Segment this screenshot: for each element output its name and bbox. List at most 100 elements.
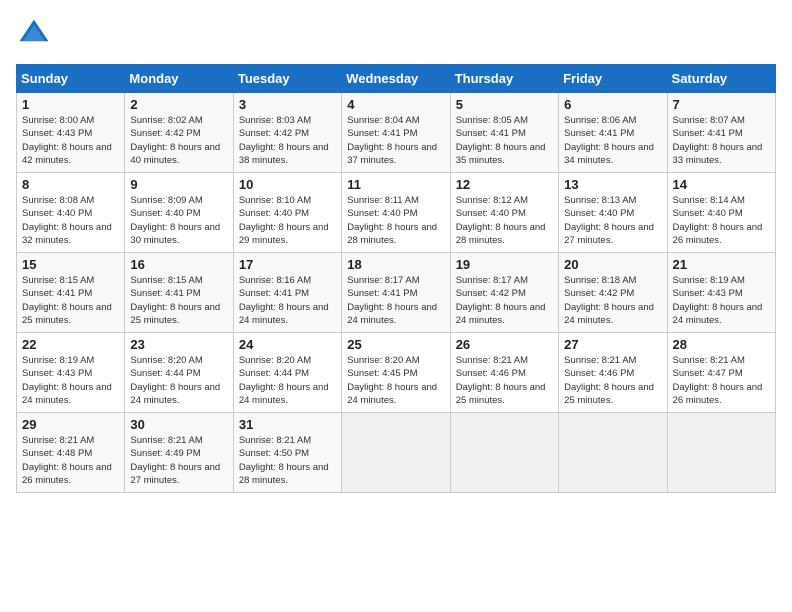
calendar-day-18: 18 Sunrise: 8:17 AM Sunset: 4:41 PM Dayl… xyxy=(342,253,450,333)
day-number: 22 xyxy=(22,337,119,352)
calendar-week-1: 1 Sunrise: 8:00 AM Sunset: 4:43 PM Dayli… xyxy=(17,93,776,173)
day-number: 14 xyxy=(673,177,770,192)
day-number: 9 xyxy=(130,177,227,192)
col-header-thursday: Thursday xyxy=(450,65,558,93)
day-number: 16 xyxy=(130,257,227,272)
day-number: 18 xyxy=(347,257,444,272)
day-number: 23 xyxy=(130,337,227,352)
day-detail: Sunrise: 8:20 AM Sunset: 4:44 PM Dayligh… xyxy=(239,354,336,407)
empty-cell xyxy=(559,413,667,493)
day-number: 24 xyxy=(239,337,336,352)
day-detail: Sunrise: 8:08 AM Sunset: 4:40 PM Dayligh… xyxy=(22,194,119,247)
day-number: 19 xyxy=(456,257,553,272)
day-detail: Sunrise: 8:21 AM Sunset: 4:48 PM Dayligh… xyxy=(22,434,119,487)
calendar-header: SundayMondayTuesdayWednesdayThursdayFrid… xyxy=(17,65,776,93)
calendar-day-3: 3 Sunrise: 8:03 AM Sunset: 4:42 PM Dayli… xyxy=(233,93,341,173)
day-detail: Sunrise: 8:16 AM Sunset: 4:41 PM Dayligh… xyxy=(239,274,336,327)
day-detail: Sunrise: 8:05 AM Sunset: 4:41 PM Dayligh… xyxy=(456,114,553,167)
day-detail: Sunrise: 8:14 AM Sunset: 4:40 PM Dayligh… xyxy=(673,194,770,247)
day-number: 25 xyxy=(347,337,444,352)
calendar-day-7: 7 Sunrise: 8:07 AM Sunset: 4:41 PM Dayli… xyxy=(667,93,775,173)
day-number: 26 xyxy=(456,337,553,352)
calendar-day-21: 21 Sunrise: 8:19 AM Sunset: 4:43 PM Dayl… xyxy=(667,253,775,333)
day-number: 31 xyxy=(239,417,336,432)
calendar-day-8: 8 Sunrise: 8:08 AM Sunset: 4:40 PM Dayli… xyxy=(17,173,125,253)
calendar-day-20: 20 Sunrise: 8:18 AM Sunset: 4:42 PM Dayl… xyxy=(559,253,667,333)
day-number: 7 xyxy=(673,97,770,112)
calendar-day-17: 17 Sunrise: 8:16 AM Sunset: 4:41 PM Dayl… xyxy=(233,253,341,333)
calendar-day-5: 5 Sunrise: 8:05 AM Sunset: 4:41 PM Dayli… xyxy=(450,93,558,173)
calendar-day-11: 11 Sunrise: 8:11 AM Sunset: 4:40 PM Dayl… xyxy=(342,173,450,253)
day-detail: Sunrise: 8:11 AM Sunset: 4:40 PM Dayligh… xyxy=(347,194,444,247)
calendar-day-27: 27 Sunrise: 8:21 AM Sunset: 4:46 PM Dayl… xyxy=(559,333,667,413)
calendar-day-6: 6 Sunrise: 8:06 AM Sunset: 4:41 PM Dayli… xyxy=(559,93,667,173)
calendar-day-13: 13 Sunrise: 8:13 AM Sunset: 4:40 PM Dayl… xyxy=(559,173,667,253)
day-number: 2 xyxy=(130,97,227,112)
day-detail: Sunrise: 8:20 AM Sunset: 4:45 PM Dayligh… xyxy=(347,354,444,407)
col-header-wednesday: Wednesday xyxy=(342,65,450,93)
calendar-day-2: 2 Sunrise: 8:02 AM Sunset: 4:42 PM Dayli… xyxy=(125,93,233,173)
day-detail: Sunrise: 8:06 AM Sunset: 4:41 PM Dayligh… xyxy=(564,114,661,167)
day-detail: Sunrise: 8:21 AM Sunset: 4:47 PM Dayligh… xyxy=(673,354,770,407)
calendar-day-29: 29 Sunrise: 8:21 AM Sunset: 4:48 PM Dayl… xyxy=(17,413,125,493)
day-number: 13 xyxy=(564,177,661,192)
calendar-week-4: 22 Sunrise: 8:19 AM Sunset: 4:43 PM Dayl… xyxy=(17,333,776,413)
calendar-day-24: 24 Sunrise: 8:20 AM Sunset: 4:44 PM Dayl… xyxy=(233,333,341,413)
day-number: 5 xyxy=(456,97,553,112)
page-header xyxy=(16,16,776,52)
calendar-day-9: 9 Sunrise: 8:09 AM Sunset: 4:40 PM Dayli… xyxy=(125,173,233,253)
day-detail: Sunrise: 8:21 AM Sunset: 4:46 PM Dayligh… xyxy=(456,354,553,407)
calendar-day-10: 10 Sunrise: 8:10 AM Sunset: 4:40 PM Dayl… xyxy=(233,173,341,253)
col-header-monday: Monday xyxy=(125,65,233,93)
day-number: 12 xyxy=(456,177,553,192)
day-number: 30 xyxy=(130,417,227,432)
empty-cell xyxy=(667,413,775,493)
calendar-day-25: 25 Sunrise: 8:20 AM Sunset: 4:45 PM Dayl… xyxy=(342,333,450,413)
day-detail: Sunrise: 8:21 AM Sunset: 4:50 PM Dayligh… xyxy=(239,434,336,487)
calendar-day-19: 19 Sunrise: 8:17 AM Sunset: 4:42 PM Dayl… xyxy=(450,253,558,333)
empty-cell xyxy=(450,413,558,493)
calendar-day-15: 15 Sunrise: 8:15 AM Sunset: 4:41 PM Dayl… xyxy=(17,253,125,333)
calendar-day-12: 12 Sunrise: 8:12 AM Sunset: 4:40 PM Dayl… xyxy=(450,173,558,253)
calendar-day-4: 4 Sunrise: 8:04 AM Sunset: 4:41 PM Dayli… xyxy=(342,93,450,173)
day-detail: Sunrise: 8:02 AM Sunset: 4:42 PM Dayligh… xyxy=(130,114,227,167)
calendar-week-2: 8 Sunrise: 8:08 AM Sunset: 4:40 PM Dayli… xyxy=(17,173,776,253)
day-number: 3 xyxy=(239,97,336,112)
day-number: 15 xyxy=(22,257,119,272)
day-number: 6 xyxy=(564,97,661,112)
day-detail: Sunrise: 8:13 AM Sunset: 4:40 PM Dayligh… xyxy=(564,194,661,247)
day-detail: Sunrise: 8:19 AM Sunset: 4:43 PM Dayligh… xyxy=(673,274,770,327)
day-detail: Sunrise: 8:18 AM Sunset: 4:42 PM Dayligh… xyxy=(564,274,661,327)
day-detail: Sunrise: 8:15 AM Sunset: 4:41 PM Dayligh… xyxy=(130,274,227,327)
day-detail: Sunrise: 8:00 AM Sunset: 4:43 PM Dayligh… xyxy=(22,114,119,167)
day-number: 11 xyxy=(347,177,444,192)
empty-cell xyxy=(342,413,450,493)
calendar-day-1: 1 Sunrise: 8:00 AM Sunset: 4:43 PM Dayli… xyxy=(17,93,125,173)
logo xyxy=(16,16,56,52)
day-number: 29 xyxy=(22,417,119,432)
calendar-week-3: 15 Sunrise: 8:15 AM Sunset: 4:41 PM Dayl… xyxy=(17,253,776,333)
day-detail: Sunrise: 8:03 AM Sunset: 4:42 PM Dayligh… xyxy=(239,114,336,167)
day-number: 28 xyxy=(673,337,770,352)
col-header-sunday: Sunday xyxy=(17,65,125,93)
calendar-table: SundayMondayTuesdayWednesdayThursdayFrid… xyxy=(16,64,776,493)
calendar-day-23: 23 Sunrise: 8:20 AM Sunset: 4:44 PM Dayl… xyxy=(125,333,233,413)
day-detail: Sunrise: 8:17 AM Sunset: 4:41 PM Dayligh… xyxy=(347,274,444,327)
col-header-friday: Friday xyxy=(559,65,667,93)
day-detail: Sunrise: 8:04 AM Sunset: 4:41 PM Dayligh… xyxy=(347,114,444,167)
day-detail: Sunrise: 8:21 AM Sunset: 4:49 PM Dayligh… xyxy=(130,434,227,487)
day-detail: Sunrise: 8:09 AM Sunset: 4:40 PM Dayligh… xyxy=(130,194,227,247)
col-header-saturday: Saturday xyxy=(667,65,775,93)
day-number: 20 xyxy=(564,257,661,272)
calendar-day-16: 16 Sunrise: 8:15 AM Sunset: 4:41 PM Dayl… xyxy=(125,253,233,333)
day-number: 17 xyxy=(239,257,336,272)
calendar-day-28: 28 Sunrise: 8:21 AM Sunset: 4:47 PM Dayl… xyxy=(667,333,775,413)
day-number: 27 xyxy=(564,337,661,352)
day-number: 4 xyxy=(347,97,444,112)
day-number: 8 xyxy=(22,177,119,192)
day-number: 1 xyxy=(22,97,119,112)
calendar-day-30: 30 Sunrise: 8:21 AM Sunset: 4:49 PM Dayl… xyxy=(125,413,233,493)
day-number: 10 xyxy=(239,177,336,192)
day-detail: Sunrise: 8:17 AM Sunset: 4:42 PM Dayligh… xyxy=(456,274,553,327)
day-detail: Sunrise: 8:21 AM Sunset: 4:46 PM Dayligh… xyxy=(564,354,661,407)
